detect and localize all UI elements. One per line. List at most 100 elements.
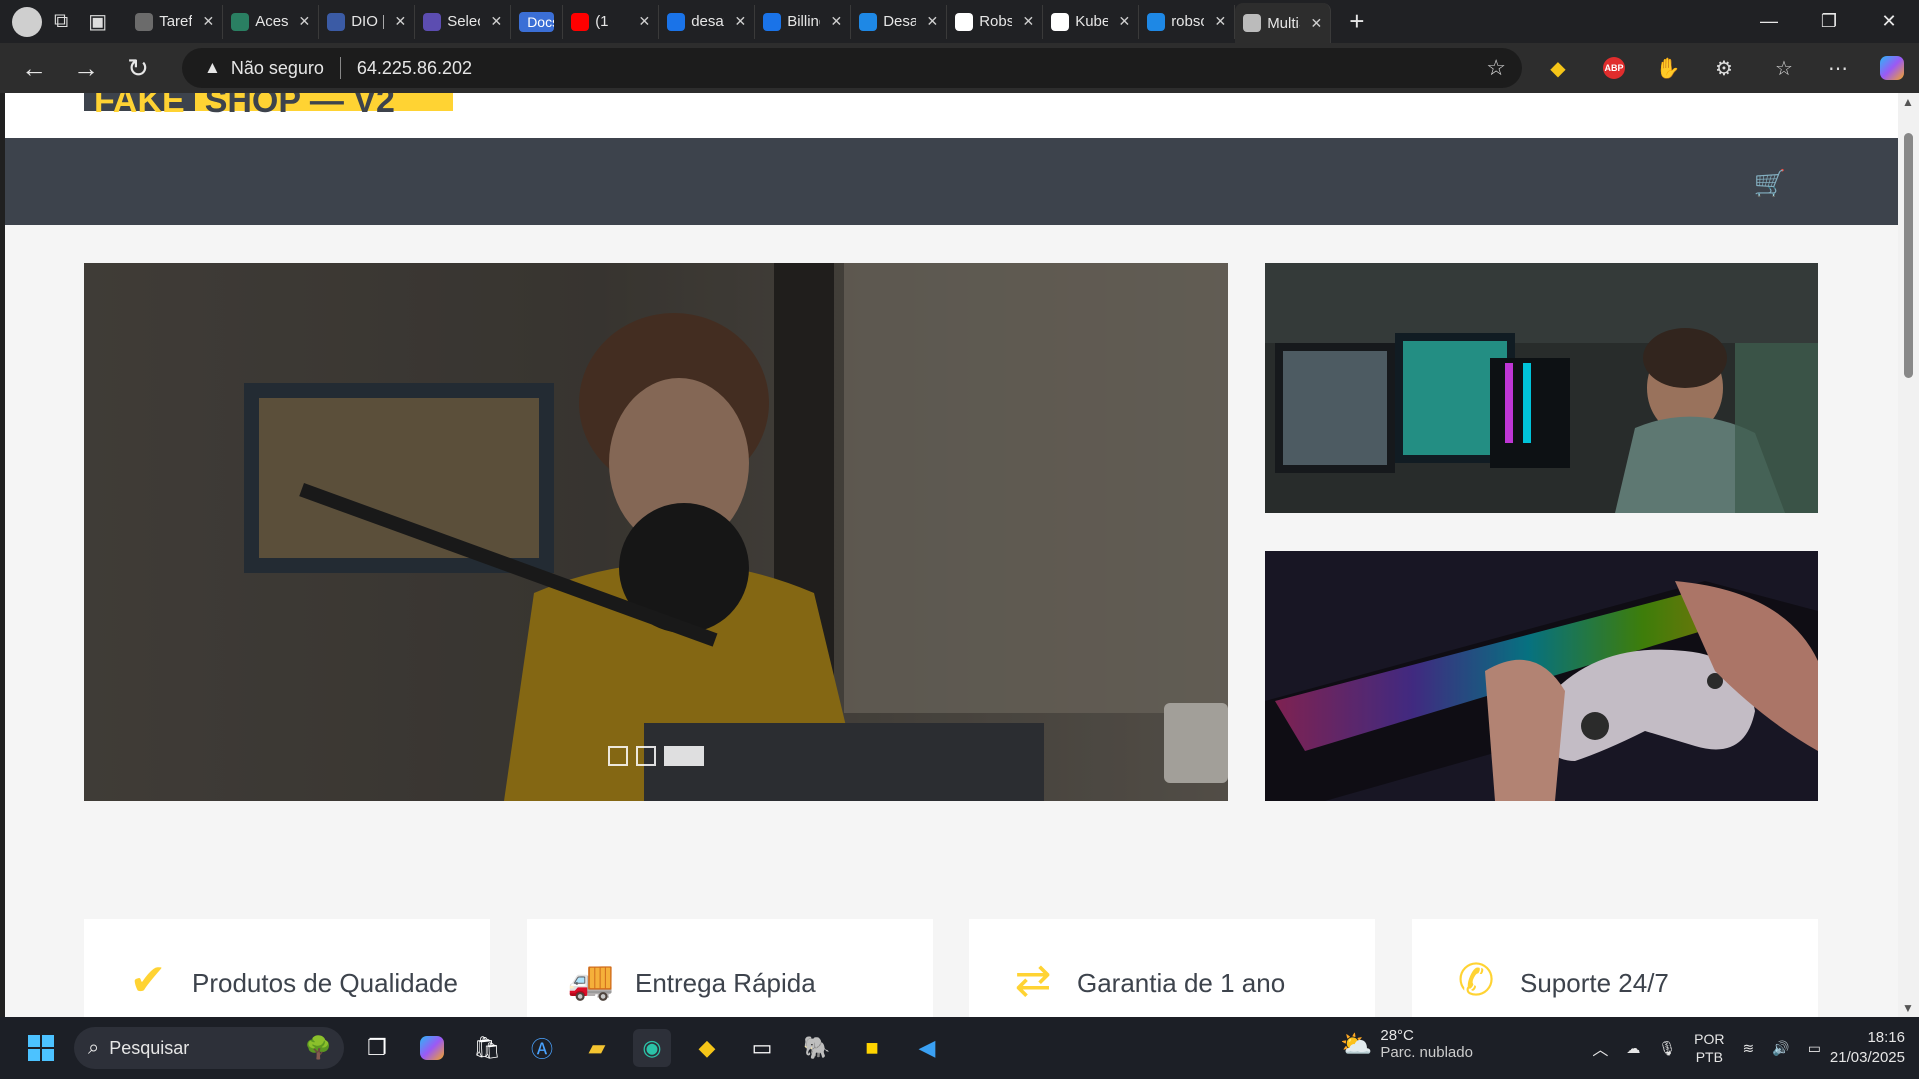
- tab-favicon-icon: [1051, 12, 1070, 31]
- tab-label: robson: [1171, 13, 1204, 30]
- windows-taskbar: ⌕ Pesquisar 🌳 ❐ 🛍 Ⓐ ▰ ◉ ◆ ▭ 🐘 ■ ◀ ⛅ 28°C…: [0, 1017, 1919, 1079]
- tab-close-icon[interactable]: ✕: [734, 13, 746, 30]
- cart-icon[interactable]: 🛒: [1754, 168, 1786, 199]
- start-button[interactable]: [22, 1029, 60, 1067]
- browser-tab[interactable]: robson ✕: [1139, 4, 1236, 39]
- browser-tab[interactable]: Billing ✕: [755, 4, 852, 39]
- tab-favicon-icon: [327, 12, 346, 31]
- browser-tab[interactable]: (1 ✕: [563, 4, 660, 39]
- tab-close-icon[interactable]: ✕: [1214, 13, 1226, 30]
- site-logo[interactable]: FAKE SHOP — V2: [84, 93, 453, 120]
- tab-label: Docs: [519, 11, 555, 32]
- app-icon[interactable]: Ⓐ: [523, 1029, 561, 1067]
- address-bar[interactable]: ▲ Não seguro 64.225.86.202 ☆: [182, 48, 1522, 88]
- restore-button[interactable]: ❐: [1799, 0, 1859, 43]
- tab-actions-icon[interactable]: ▣: [88, 9, 107, 34]
- tab-label: Acesso: [255, 13, 289, 30]
- tab-favicon-icon: [667, 12, 686, 31]
- security-label[interactable]: Não seguro: [231, 58, 324, 79]
- task-view-icon[interactable]: ❐: [358, 1029, 396, 1067]
- store-icon[interactable]: 🛍: [468, 1029, 506, 1067]
- battery-icon[interactable]: ▭: [1808, 1040, 1821, 1057]
- microphone-icon[interactable]: 🎙: [1658, 1040, 1676, 1057]
- feature-label-support: Suporte 24/7: [1520, 968, 1669, 998]
- clock[interactable]: 18:16 21/03/2025: [1830, 1028, 1905, 1068]
- close-window-button[interactable]: ✕: [1859, 0, 1919, 43]
- url-text[interactable]: 64.225.86.202: [357, 58, 472, 79]
- browser-tab[interactable]: Tarefas ✕: [127, 4, 224, 39]
- carousel-dot-2[interactable]: [636, 746, 656, 766]
- workspaces-icon[interactable]: ⧉: [54, 10, 68, 33]
- extension-audio-icon[interactable]: ◆: [1542, 52, 1574, 84]
- wifi-icon[interactable]: ≋: [1743, 1040, 1755, 1057]
- copilot-taskbar-icon[interactable]: [413, 1029, 451, 1067]
- tab-favicon-icon: [571, 12, 590, 31]
- carousel-dot-3[interactable]: [664, 746, 704, 766]
- browser-tab[interactable]: Desafio ✕: [851, 4, 948, 39]
- tab-close-icon[interactable]: ✕: [490, 13, 502, 30]
- tab-close-icon[interactable]: ✕: [1022, 13, 1034, 30]
- carousel-dot-1[interactable]: [608, 746, 628, 766]
- browser-tab[interactable]: Seleção ✕: [415, 4, 512, 39]
- tab-close-icon[interactable]: ✕: [394, 13, 406, 30]
- vscode-icon[interactable]: ◀: [908, 1029, 946, 1067]
- promo-image-controller[interactable]: [1265, 551, 1818, 801]
- tab-close-icon[interactable]: ✕: [638, 13, 650, 30]
- tab-close-icon[interactable]: ✕: [202, 13, 214, 30]
- volume-icon[interactable]: 🔊: [1772, 1040, 1789, 1057]
- browser-tab[interactable]: Docs✕: [511, 4, 564, 39]
- audio-app-icon[interactable]: ◆: [688, 1029, 726, 1067]
- tab-favicon-icon: [1243, 14, 1262, 32]
- browser-tab[interactable]: desafio ✕: [659, 4, 756, 39]
- phone-icon: ✆: [1457, 956, 1495, 1005]
- browser-tab[interactable]: MultiS ✕: [1235, 3, 1332, 43]
- language-indicator[interactable]: POR PTB: [1694, 1030, 1724, 1066]
- terminal-icon[interactable]: ▭: [743, 1029, 781, 1067]
- postgres-icon[interactable]: 🐘: [798, 1029, 836, 1067]
- tab-favicon-icon: [955, 12, 974, 31]
- hero-carousel[interactable]: [84, 263, 1228, 801]
- feature-label-quality: Produtos de Qualidade: [192, 968, 458, 998]
- sticky-notes-icon[interactable]: ■: [853, 1029, 891, 1067]
- feature-card-warranty: ⇄ Garantia de 1 ano: [969, 919, 1375, 1017]
- scroll-thumb[interactable]: [1904, 133, 1913, 378]
- more-menu-icon[interactable]: ⋯: [1822, 52, 1854, 84]
- scroll-up-arrow-icon[interactable]: ▲: [1902, 95, 1914, 109]
- onedrive-icon[interactable]: ☁: [1626, 1040, 1640, 1057]
- tab-close-icon[interactable]: ✕: [1310, 15, 1322, 32]
- weather-widget[interactable]: ⛅ 28°C Parc. nublado: [1340, 1027, 1473, 1061]
- browser-tab[interactable]: DIO | C ✕: [319, 4, 416, 39]
- back-button[interactable]: ←: [8, 46, 60, 90]
- browser-tab[interactable]: Acesso ✕: [223, 4, 320, 39]
- system-tray: ︿ ☁ 🎙 POR PTB ≋ 🔊 ▭ 18:16 21/03/2025: [1583, 1017, 1919, 1079]
- tab-close-icon[interactable]: ✕: [830, 13, 842, 30]
- scroll-down-arrow-icon[interactable]: ▼: [1902, 1001, 1914, 1015]
- taskbar-search[interactable]: ⌕ Pesquisar 🌳: [74, 1027, 344, 1069]
- extensions-icon[interactable]: ⚙: [1708, 52, 1740, 84]
- tab-close-icon[interactable]: ✕: [926, 13, 938, 30]
- minimize-button[interactable]: —: [1739, 0, 1799, 43]
- tab-close-icon[interactable]: ✕: [298, 13, 310, 30]
- feature-card-support: ✆ Suporte 24/7: [1412, 919, 1818, 1017]
- forward-button[interactable]: →: [60, 46, 112, 90]
- favorite-star-icon[interactable]: ☆: [1486, 55, 1506, 81]
- page-scrollbar[interactable]: ▲ ▼: [1898, 93, 1919, 1017]
- browser-tab-strip: ⧉ ▣ Tarefas✕Acesso✕DIO | C✕Seleção✕Docs✕…: [0, 0, 1919, 43]
- profile-avatar-icon[interactable]: [12, 6, 42, 37]
- reload-button[interactable]: ↻: [112, 46, 164, 90]
- browser-tab[interactable]: Robson ✕: [947, 4, 1044, 39]
- favorites-icon[interactable]: ☆: [1768, 52, 1800, 84]
- extension-abp-icon[interactable]: ABP: [1598, 52, 1630, 84]
- browser-tab[interactable]: Kubern ✕: [1043, 4, 1140, 39]
- show-hidden-icons-icon[interactable]: ︿: [1592, 1036, 1608, 1060]
- tab-label: DIO | C: [351, 13, 384, 30]
- extension-hand-icon[interactable]: ✋: [1652, 52, 1684, 84]
- warning-icon[interactable]: ▲: [204, 58, 221, 78]
- promo-image-gamer[interactable]: [1265, 263, 1818, 513]
- new-tab-button[interactable]: +: [1349, 6, 1364, 37]
- file-explorer-icon[interactable]: ▰: [578, 1029, 616, 1067]
- copilot-icon[interactable]: [1876, 52, 1908, 84]
- edge-icon[interactable]: ◉: [633, 1029, 671, 1067]
- tab-close-icon[interactable]: ✕: [1118, 13, 1130, 30]
- weather-temp: 28°C: [1380, 1027, 1414, 1044]
